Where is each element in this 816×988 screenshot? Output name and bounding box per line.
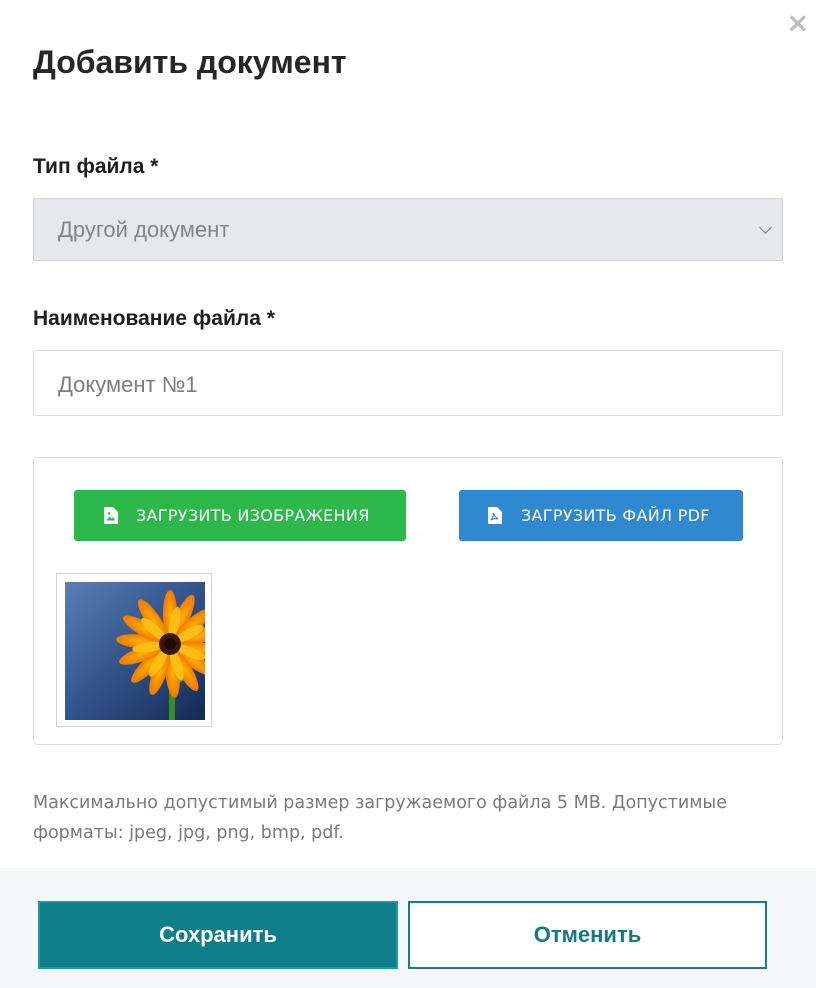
upload-images-label: ЗАГРУЗИТЬ ИЗОБРАЖЕНИЯ xyxy=(136,506,370,525)
upload-area: ЗАГРУЗИТЬ ИЗОБРАЖЕНИЯ ЗАГРУЗИТЬ ФАЙЛ PDF xyxy=(33,457,783,745)
flower-image xyxy=(65,582,205,720)
file-type-label: Тип файла * xyxy=(33,155,159,178)
upload-pdf-button[interactable]: ЗАГРУЗИТЬ ФАЙЛ PDF xyxy=(459,490,743,541)
add-document-dialog: × Добавить документ Тип файла * Другой д… xyxy=(0,0,816,988)
save-button[interactable]: Сохранить xyxy=(38,901,398,969)
upload-hint-text: Максимально допустимый размер загружаемо… xyxy=(33,793,727,843)
file-name-input[interactable]: Документ №1 xyxy=(33,350,783,416)
pdf-file-icon xyxy=(488,507,502,524)
dialog-title: Добавить документ xyxy=(33,44,347,80)
upload-pdf-label: ЗАГРУЗИТЬ ФАЙЛ PDF xyxy=(521,506,710,525)
uploaded-image-thumbnail[interactable] xyxy=(56,573,212,727)
dialog-footer: Сохранить Отменить xyxy=(0,868,816,988)
close-icon[interactable]: × xyxy=(786,9,809,37)
image-file-icon xyxy=(104,507,118,524)
cancel-button[interactable]: Отменить xyxy=(408,901,767,969)
file-type-value: Другой документ xyxy=(58,217,230,242)
file-name-value: Документ №1 xyxy=(58,372,198,397)
upload-images-button[interactable]: ЗАГРУЗИТЬ ИЗОБРАЖЕНИЯ xyxy=(74,490,406,541)
file-type-select[interactable]: Другой документ xyxy=(33,198,783,261)
file-name-label: Наименование файла * xyxy=(33,307,275,330)
chevron-down-icon xyxy=(759,221,772,234)
